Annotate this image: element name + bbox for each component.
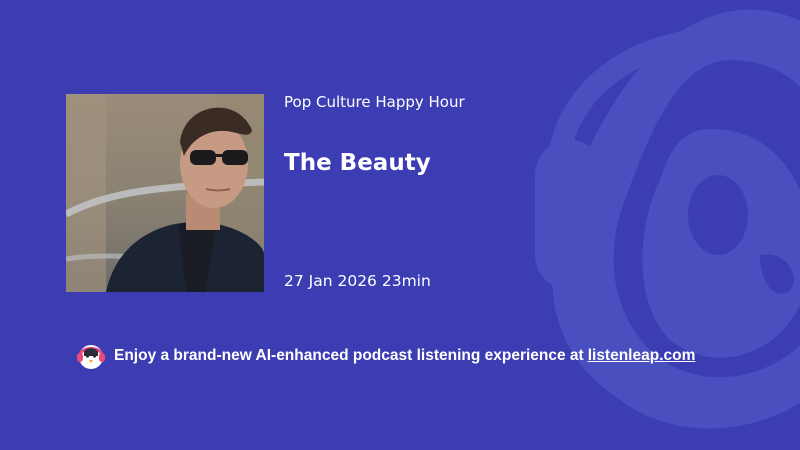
promo-banner: Enjoy a brand-new AI-enhanced podcast li… [76, 342, 695, 370]
episode-title[interactable]: The Beauty [284, 150, 431, 176]
episode-meta: 27 Jan 2026 23min [284, 272, 431, 290]
episode-duration: 23min [381, 272, 431, 290]
promo-text: Enjoy a brand-new AI-enhanced podcast li… [114, 347, 584, 364]
podcast-name[interactable]: Pop Culture Happy Hour [284, 93, 465, 111]
episode-date: 27 Jan 2026 [284, 272, 377, 290]
share-card: Pop Culture Happy Hour The Beauty 27 Jan… [0, 0, 800, 450]
episode-cover-image[interactable] [66, 94, 264, 292]
listenleap-penguin-headphones-icon [77, 345, 105, 369]
listenleap-link[interactable]: listenleap.com [588, 347, 696, 365]
